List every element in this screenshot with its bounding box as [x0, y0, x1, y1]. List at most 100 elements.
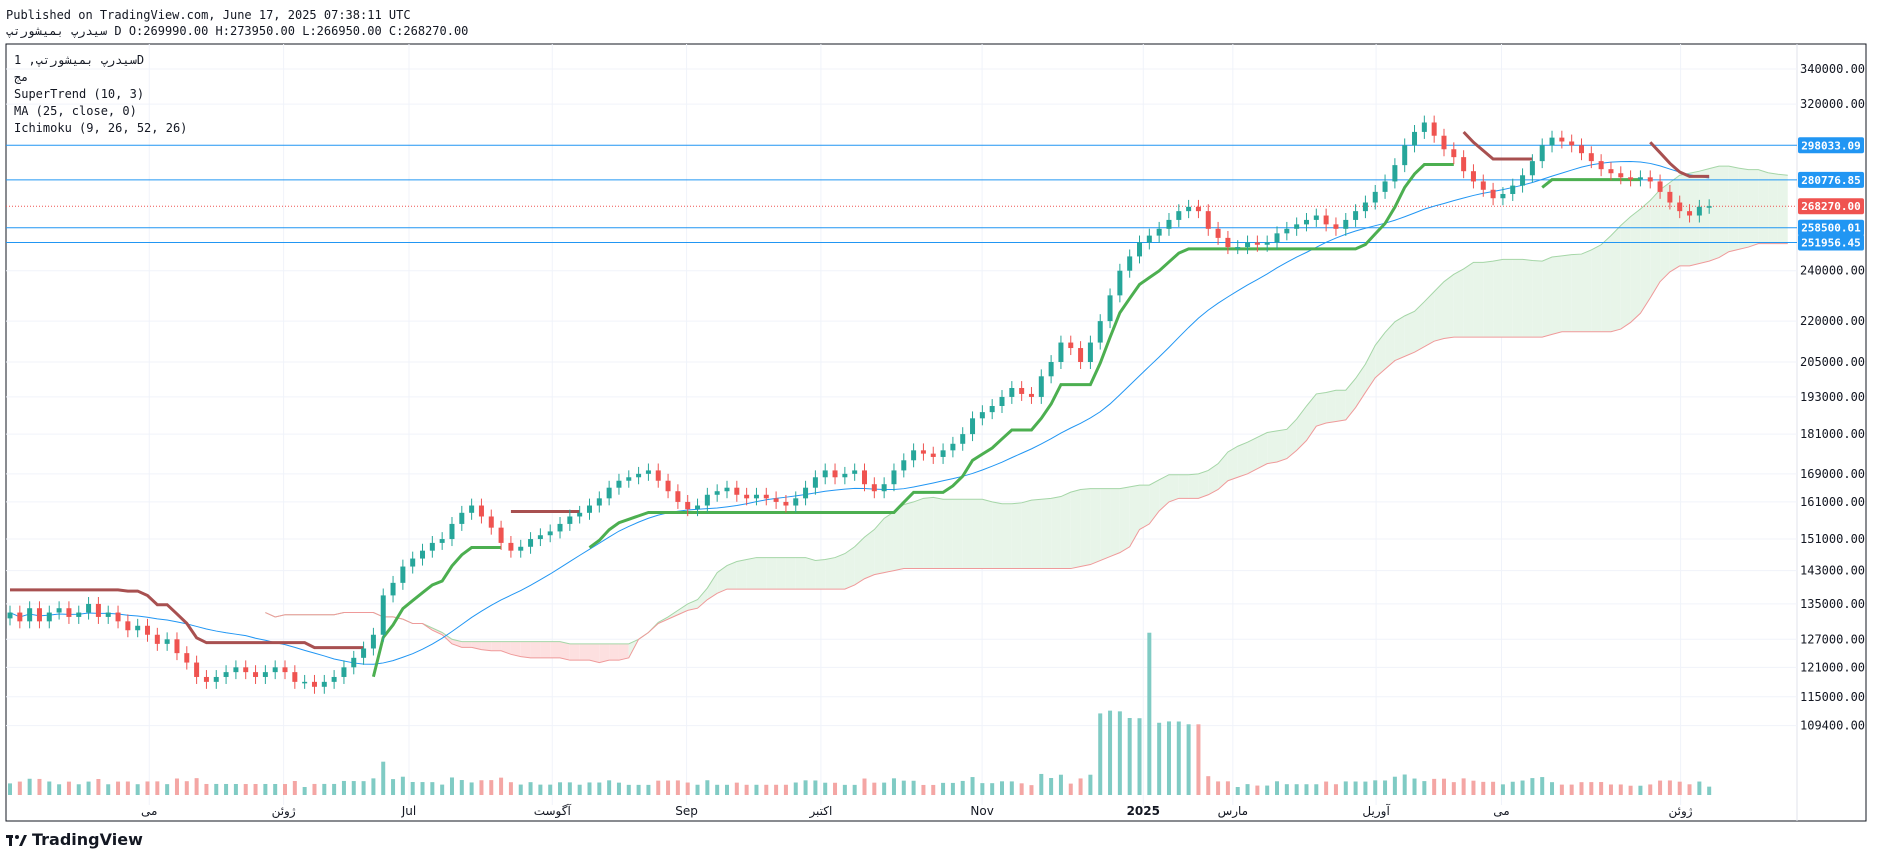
candle-body: [1137, 242, 1143, 257]
candle-body: [370, 634, 376, 649]
ichimoku-cloud-segment: [972, 499, 983, 569]
candle-body: [773, 498, 779, 502]
volume-bar: [931, 784, 936, 795]
candle-body: [1048, 361, 1054, 377]
volume-bar: [1176, 721, 1181, 795]
candle-body: [999, 396, 1005, 407]
x-tick-label: Jul: [401, 804, 416, 818]
volume-bar: [106, 784, 111, 795]
ichimoku-cloud-segment: [1178, 474, 1189, 499]
candle-body: [233, 667, 239, 673]
candle-body: [655, 470, 661, 481]
y-tick-label: 240000.00: [1800, 264, 1865, 278]
volume-bar: [302, 787, 307, 795]
candle-body: [1284, 228, 1290, 234]
ichimoku-cloud-segment: [1443, 274, 1454, 339]
candle-body: [960, 434, 966, 444]
ichimoku-cloud-segment: [864, 529, 875, 579]
volume-bar: [283, 784, 288, 795]
legend-supertrend[interactable]: SuperTrend (10, 3): [14, 86, 187, 103]
y-tick-label: 169000.00: [1800, 467, 1865, 481]
candle-body: [86, 603, 92, 613]
ichimoku-cloud-segment: [1571, 254, 1582, 332]
volume-bar: [1294, 784, 1299, 795]
volume-bar: [685, 782, 690, 795]
candle-body: [989, 406, 995, 413]
ichimoku-cloud-segment: [874, 518, 885, 575]
volume-bar: [1618, 784, 1623, 795]
ichimoku-cloud-segment: [1689, 171, 1700, 266]
candle-body: [1677, 202, 1683, 212]
candle-body: [881, 484, 887, 492]
legend-ma[interactable]: MA (25, close, 0): [14, 103, 187, 120]
ichimoku-cloud-segment: [726, 561, 737, 590]
volume-bar: [656, 780, 661, 795]
x-tick-label: ژوئن: [272, 804, 296, 819]
candle-body: [606, 487, 612, 499]
candle-body: [920, 450, 926, 454]
volume-bar: [754, 784, 759, 795]
ichimoku-cloud-segment: [962, 499, 973, 569]
ichimoku-cloud-segment: [1473, 262, 1484, 338]
ichimoku-cloud-segment: [1542, 257, 1553, 338]
ichimoku-cloud-segment: [1021, 500, 1032, 569]
legend-ichimoku[interactable]: Ichimoku (9, 26, 52, 26): [14, 120, 187, 137]
ichimoku-cloud-segment: [1119, 486, 1130, 553]
candle-body: [1225, 237, 1231, 248]
tradingview-brand[interactable]: TradingView: [6, 830, 143, 849]
candle-body: [586, 505, 592, 513]
price-chart[interactable]: 109400.00 115000.00 121000.00 127000.00 1350…: [0, 0, 1878, 858]
ichimoku-cloud-segment: [1601, 235, 1611, 332]
ichimoku-cloud-segment: [923, 497, 934, 569]
volume-bar: [1667, 780, 1672, 795]
candle-body: [1520, 175, 1526, 186]
volume-bar: [587, 782, 592, 795]
candle-body: [459, 512, 465, 524]
candle-body: [1402, 145, 1408, 166]
volume-bar: [420, 782, 425, 795]
candle-body: [1578, 145, 1584, 154]
volume-bar: [1058, 774, 1063, 795]
ichimoku-cloud-segment: [1738, 168, 1749, 250]
price-level-label: 258500.01: [1801, 222, 1861, 235]
candle-body: [1431, 122, 1437, 136]
candle-body: [596, 498, 602, 506]
volume-bar: [1157, 722, 1162, 795]
ichimoku-cloud-segment: [815, 559, 826, 590]
volume-bar: [1451, 782, 1456, 795]
chart-legend: سیدرپ بمیشورتپ, 1D مج SuperTrend (10, 3)…: [14, 52, 187, 137]
candle-body: [341, 667, 347, 677]
volume-bar: [1441, 778, 1446, 795]
ichimoku-cloud-segment: [746, 557, 757, 590]
ichimoku-cloud-segment: [1257, 432, 1268, 469]
legend-symbol[interactable]: سیدرپ بمیشورتپ, 1D: [14, 52, 187, 69]
ichimoku-cloud-segment: [854, 537, 865, 585]
ichimoku-cloud-segment: [1237, 442, 1248, 478]
volume-bar: [224, 783, 229, 795]
ichimoku-cloud-segment: [1286, 419, 1297, 459]
ichimoku-cloud-segment: [884, 511, 894, 573]
candle-body: [1195, 206, 1201, 212]
ichimoku-cloud-segment: [1198, 470, 1209, 499]
candle-body: [577, 512, 583, 517]
volume-bar: [1314, 784, 1319, 795]
volume-bar: [1019, 783, 1024, 795]
candle-body: [1245, 242, 1251, 248]
ichimoku-cloud-segment: [766, 557, 777, 590]
ichimoku-cloud-segment: [736, 559, 747, 590]
volume-bar: [1255, 785, 1260, 795]
candle-body: [410, 558, 416, 567]
volume-bar: [675, 780, 680, 795]
ichimoku-cloud-segment: [569, 643, 580, 661]
candle-body: [321, 681, 327, 687]
y-tick-label: 193000.00: [1800, 390, 1865, 404]
y-tick-label: 320000.00: [1800, 97, 1865, 111]
candle-body: [871, 484, 877, 492]
candle-body: [1441, 135, 1447, 150]
x-tick-label: Nov: [970, 804, 993, 818]
volume-bar: [1265, 785, 1270, 795]
volume-bar: [911, 780, 916, 795]
candle-body: [184, 653, 190, 663]
candle-body: [901, 460, 907, 471]
volume-bar: [1324, 781, 1329, 795]
